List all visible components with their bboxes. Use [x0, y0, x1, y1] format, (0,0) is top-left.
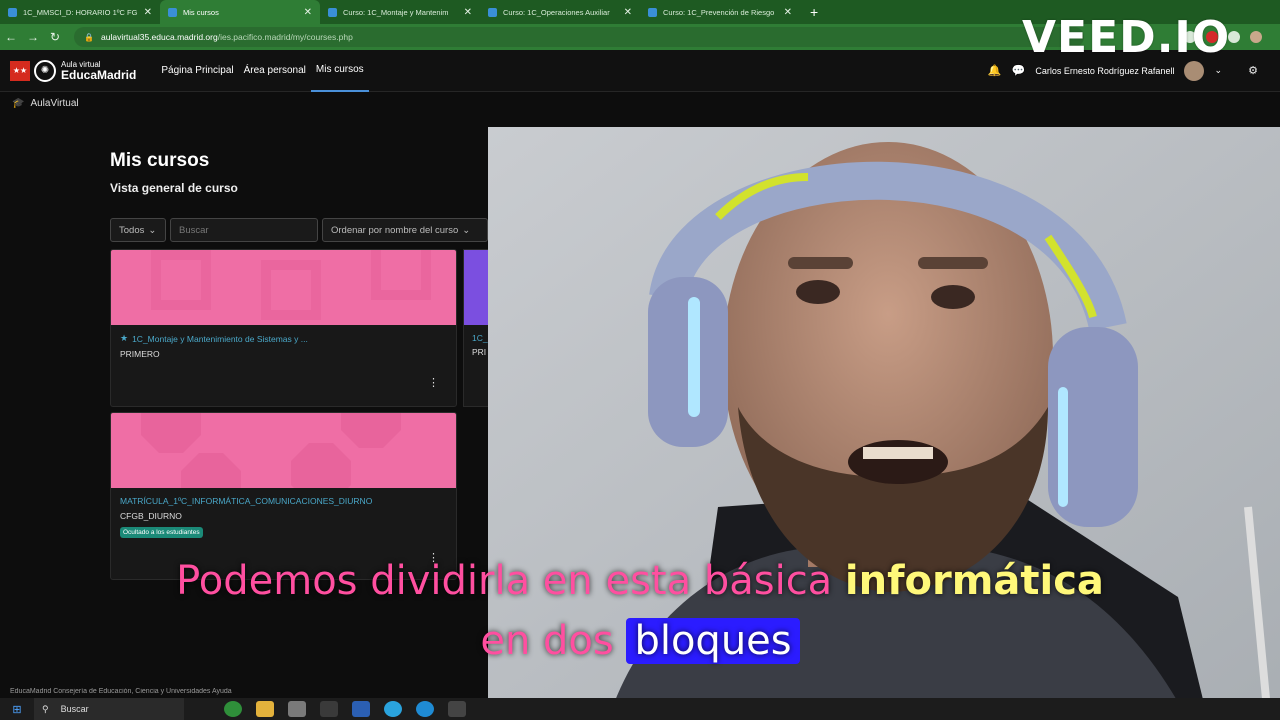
taskbar-apps: [224, 701, 466, 717]
course-category: PRIMERO: [120, 349, 160, 359]
lock-icon: 🔒: [84, 32, 94, 42]
word-icon[interactable]: [352, 701, 370, 717]
logo-text: Aula virtual EducaMadrid: [61, 60, 137, 82]
close-icon[interactable]: ✕: [624, 7, 632, 18]
aula-virtual-icon: ✺: [34, 59, 56, 82]
breadcrumb: 🎓 AulaVirtual: [12, 98, 79, 109]
veed-watermark: VEED.IO: [1022, 12, 1231, 63]
file-explorer-icon[interactable]: [256, 701, 274, 717]
taskbar-search[interactable]: ⚲ Buscar: [34, 698, 184, 720]
course-card[interactable]: ★ 1C_Montaje y Mantenimiento de Sistemas…: [110, 249, 457, 407]
edge-icon[interactable]: [416, 701, 434, 717]
windows-start-icon[interactable]: ⊞: [0, 703, 34, 716]
course-body: ★ 1C_Montaje y Mantenimiento de Sistemas…: [111, 325, 456, 367]
grouping-value: Todos: [119, 224, 145, 236]
caption-text: Podemos dividirla en esta básica: [176, 558, 845, 604]
course-name[interactable]: MATRÍCULA_1ºC_INFORMÁTICA_COMUNICACIONES…: [120, 496, 447, 506]
moodle-favicon-icon: [328, 7, 337, 17]
breadcrumb-item[interactable]: AulaVirtual: [30, 98, 78, 109]
madrid-flag-icon: ★★: [10, 60, 30, 81]
course-name[interactable]: ★ 1C_Montaje y Mantenimiento de Sistemas…: [120, 333, 447, 344]
screen: 1C_MMSCI_D: HORARIO 1ºC FG ✕ Mis cursos …: [0, 0, 1280, 720]
caption-active-word: bloques: [626, 618, 800, 664]
nav-area-personal[interactable]: Área personal: [239, 50, 311, 92]
course-name-text[interactable]: MATRÍCULA_1ºC_INFORMÁTICA_COMUNICACIONES…: [120, 496, 372, 506]
caption-line-2: en dos bloques: [0, 618, 1280, 664]
chevron-down-icon[interactable]: ⌄: [1214, 65, 1222, 76]
app-icon[interactable]: [288, 701, 306, 717]
course-image[interactable]: [111, 250, 456, 325]
url-host: aulavirtual35.educa.madrid.org: [101, 32, 218, 42]
tab-label: Curso: 1C_Montaje y Mantenim: [343, 7, 449, 17]
primary-nav: Página Principal Área personal Mis curso…: [156, 50, 369, 92]
moodle-favicon-icon: [648, 7, 657, 17]
course-body: MATRÍCULA_1ºC_INFORMÁTICA_COMUNICACIONES…: [111, 488, 456, 547]
profile-avatar[interactable]: [1250, 31, 1262, 43]
search-placeholder: Buscar: [179, 224, 209, 236]
close-icon[interactable]: ✕: [304, 7, 312, 18]
star-app-icon[interactable]: [320, 701, 338, 717]
search-input[interactable]: Buscar: [170, 218, 318, 242]
taskbar-search-label: Buscar: [60, 704, 89, 714]
more-options-icon[interactable]: ⋮: [428, 376, 439, 389]
chat-icon[interactable]: 💬: [1011, 64, 1026, 77]
section-title: Vista general de curso: [110, 181, 238, 195]
graduation-cap-icon: 🎓: [12, 98, 25, 109]
caption-line-1: Podemos dividirla en esta básica informá…: [0, 558, 1280, 604]
moodle-favicon-icon: [168, 7, 177, 17]
address-bar[interactable]: 🔒 aulavirtual35.educa.madrid.org/ies.pac…: [74, 27, 1084, 47]
sort-value: Ordenar por nombre del curso: [331, 224, 459, 236]
user-menu-area: 🔔 💬 Carlos Ernesto Rodríguez Rafanell ⌄ …: [987, 60, 1280, 81]
moodle-favicon-icon: [8, 7, 17, 17]
chevron-down-icon: ⌄: [462, 224, 471, 236]
hidden-badge: Ocultado a los estudiantes: [120, 527, 203, 538]
course-category: CFGB_DIURNO: [120, 511, 182, 521]
tab-operaciones[interactable]: Curso: 1C_Operaciones Auxiliar ✕: [480, 0, 640, 24]
course-card[interactable]: MATRÍCULA_1ºC_INFORMÁTICA_COMUNICACIONES…: [110, 412, 457, 580]
sort-select[interactable]: Ordenar por nombre del curso ⌄: [322, 218, 488, 242]
nav-mis-cursos[interactable]: Mis cursos: [310, 50, 369, 92]
back-icon[interactable]: ←: [0, 30, 22, 44]
user-name[interactable]: Carlos Ernesto Rodríguez Rafanell: [1035, 66, 1174, 76]
url-path: /ies.pacifico.madrid/my/courses.php: [217, 32, 353, 42]
bell-icon[interactable]: 🔔: [987, 64, 1002, 77]
star-icon: ★: [120, 333, 129, 343]
new-tab-button[interactable]: +: [810, 4, 818, 20]
grouping-select[interactable]: Todos ⌄: [110, 218, 166, 242]
course-filter-toolbar: Todos ⌄ Buscar Ordenar por nombre del cu…: [110, 218, 488, 242]
tab-montaje[interactable]: Curso: 1C_Montaje y Mantenim ✕: [320, 0, 480, 24]
chevron-down-icon: ⌄: [148, 224, 157, 236]
nav-pagina-principal[interactable]: Página Principal: [156, 50, 238, 92]
reload-icon[interactable]: ↻: [44, 30, 66, 44]
close-icon[interactable]: ✕: [784, 7, 792, 18]
tab-label: Curso: 1C_Prevención de Riesgo: [663, 7, 775, 17]
avatar[interactable]: [1184, 60, 1205, 81]
close-icon[interactable]: ✕: [464, 7, 472, 18]
tab-horario[interactable]: 1C_MMSCI_D: HORARIO 1ºC FG ✕: [0, 0, 160, 24]
tab-label: Curso: 1C_Operaciones Auxiliar: [503, 7, 610, 17]
educamadrid-logo[interactable]: ★★ ✺ Aula virtual EducaMadrid: [10, 59, 137, 82]
tab-label: Mis cursos: [183, 7, 219, 17]
tab-prevencion[interactable]: Curso: 1C_Prevención de Riesgo ✕: [640, 0, 800, 24]
tab-label: 1C_MMSCI_D: HORARIO 1ºC FG: [23, 7, 138, 17]
forward-icon[interactable]: →: [22, 30, 44, 44]
close-icon[interactable]: ✕: [144, 7, 152, 18]
caption-text: en dos: [480, 618, 627, 664]
gear-icon[interactable]: ⚙: [1246, 64, 1260, 77]
chrome-icon[interactable]: [224, 701, 242, 717]
course-name-text[interactable]: 1C_Montaje y Mantenimiento de Sistemas y…: [132, 334, 308, 344]
windows-taskbar: ⊞ ⚲ Buscar: [0, 698, 1280, 720]
tab-mis-cursos[interactable]: Mis cursos ✕: [160, 0, 320, 24]
moodle-favicon-icon: [488, 7, 497, 17]
page-title: Mis cursos: [110, 150, 210, 171]
course-image[interactable]: [111, 413, 456, 488]
telegram-icon[interactable]: [384, 701, 402, 717]
app-icon[interactable]: [448, 701, 466, 717]
caption-highlight: informática: [844, 558, 1104, 604]
search-icon: ⚲: [42, 703, 49, 714]
logo-big-text: EducaMadrid: [61, 67, 137, 82]
